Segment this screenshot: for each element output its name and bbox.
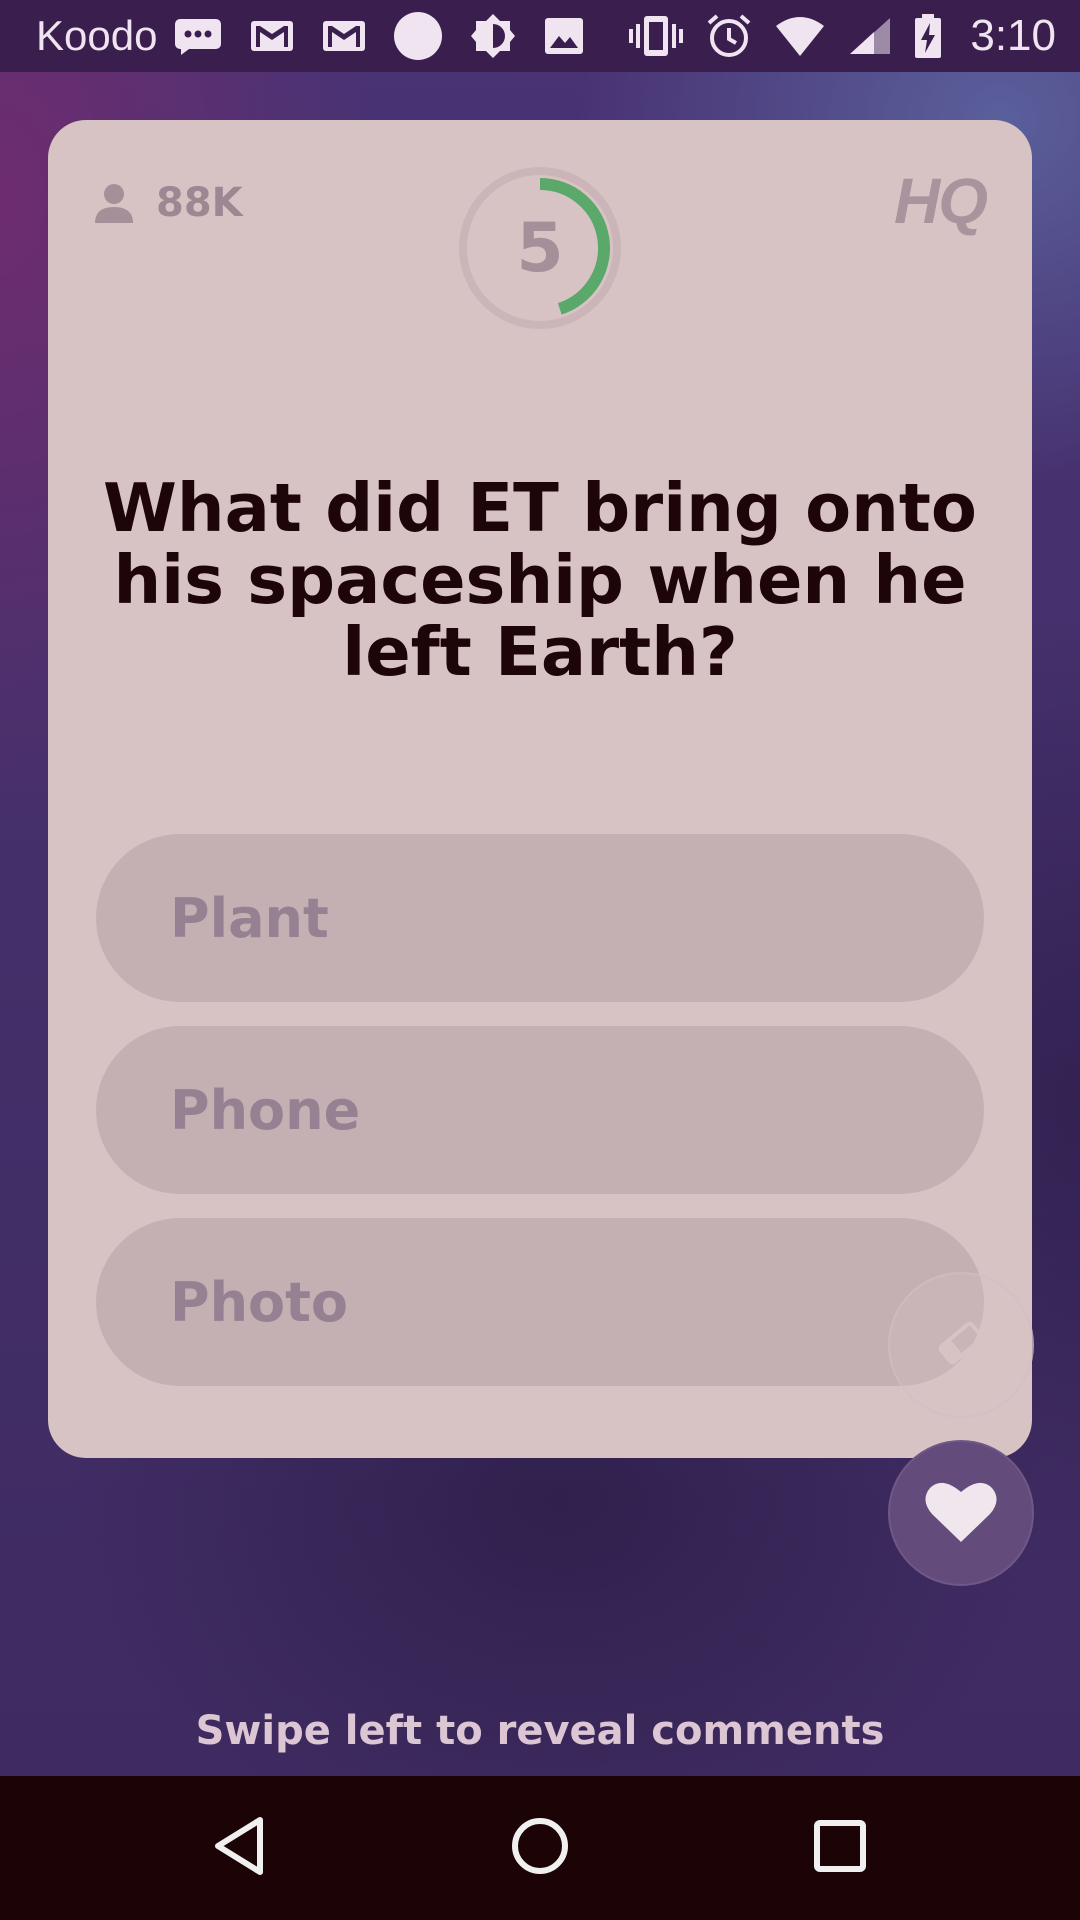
home-button[interactable] [460,1776,620,1920]
image-icon [543,16,585,56]
eraser-button[interactable] [888,1272,1034,1418]
message-icon [173,17,223,55]
circle-icon [393,11,443,61]
user-icon [94,183,134,223]
recent-apps-button[interactable] [760,1776,920,1920]
question-card: 88K 5 HQ What did ET bring onto his spac… [48,120,1032,1458]
vibrate-icon [628,14,684,58]
status-bar: Koodo 3:10 [0,0,1080,72]
carrier-name: Koodo [36,12,158,59]
clock: 3:10 [970,11,1056,60]
timer-value: 5 [516,208,564,288]
gmail-icon [321,19,367,53]
signal-icon [848,16,892,56]
answer-option-3[interactable]: Photo [96,1218,984,1386]
player-count: 88K [94,180,243,226]
question-text: What did ET bring onto his spaceship whe… [103,469,977,691]
hq-logo: HQ [894,165,988,237]
heart-icon [924,1478,998,1548]
answer-option-2[interactable]: Phone [96,1026,984,1194]
eraser-icon [931,1313,991,1377]
alarm-icon [706,13,752,59]
gmail-icon [249,19,295,53]
heart-button[interactable] [888,1440,1034,1586]
back-icon [210,1815,270,1881]
countdown-timer: 5 [458,166,622,330]
back-button[interactable] [160,1776,320,1920]
home-icon [510,1816,570,1880]
navigation-bar [0,1776,1080,1920]
answer-label: Photo [170,1270,349,1334]
battery-charging-icon [914,13,942,59]
player-count-value: 88K [156,180,243,226]
swipe-hint: Swipe left to reveal comments [195,1708,885,1754]
answer-label: Plant [170,886,329,950]
brightness-icon [469,12,517,60]
wifi-icon [774,16,826,56]
recent-apps-icon [812,1818,868,1878]
answer-option-1[interactable]: Plant [96,834,984,1002]
answer-label: Phone [170,1078,361,1142]
